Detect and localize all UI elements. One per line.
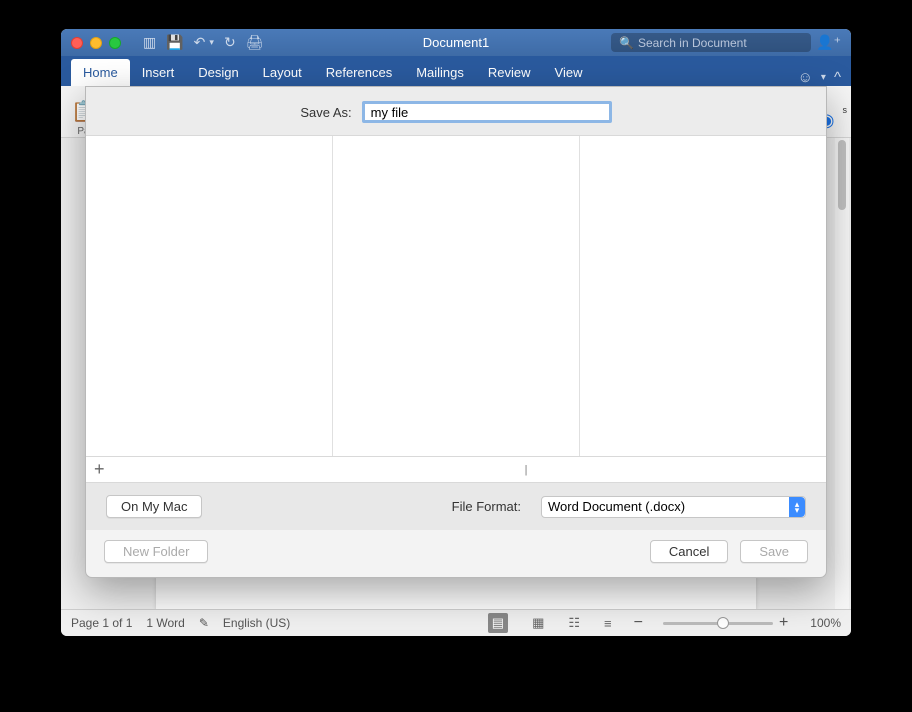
language-status[interactable]: English (US) — [223, 616, 290, 630]
filename-input[interactable] — [362, 101, 612, 123]
search-input[interactable] — [638, 36, 803, 50]
word-count[interactable]: 1 Word — [146, 616, 184, 630]
save-icon[interactable]: 💾 — [166, 34, 183, 51]
print-icon[interactable]: 🖨 — [246, 34, 264, 51]
spellcheck-icon[interactable]: ✎ — [199, 616, 209, 630]
search-icon: 🔍 — [619, 36, 634, 50]
new-folder-button[interactable]: New Folder — [104, 540, 208, 563]
page-count[interactable]: Page 1 of 1 — [71, 616, 132, 630]
minimize-window-button[interactable] — [90, 37, 102, 49]
save-dialog: Save As: + || On My Mac File Format: Wor… — [85, 86, 827, 578]
browser-column-1[interactable] — [86, 136, 333, 456]
outline-view-icon[interactable]: ☷ — [568, 615, 580, 631]
undo-icon[interactable]: ↶ — [194, 34, 206, 51]
emoji-icon[interactable]: ☺ — [798, 69, 813, 86]
quick-access-toolbar: ▥ 💾 ↶ ▾ ↻ 🖨 — [143, 34, 263, 51]
web-layout-view-icon[interactable]: ▦ — [532, 615, 544, 631]
file-format-select-wrap[interactable]: Word Document (.docx) ▴▾ — [541, 496, 806, 518]
vertical-scrollbar[interactable] — [835, 138, 849, 609]
file-format-select[interactable]: Word Document (.docx) — [541, 496, 806, 518]
browser-column-3[interactable] — [580, 136, 826, 456]
close-window-button[interactable] — [71, 37, 83, 49]
zoom-in-button[interactable]: + — [779, 614, 788, 632]
titlebar: ▥ 💾 ↶ ▾ ↻ 🖨 Document1 🔍 👤⁺ — [61, 29, 851, 56]
zoom-level[interactable]: 100% — [810, 616, 841, 630]
add-location-button[interactable]: + — [94, 459, 105, 480]
cancel-button[interactable]: Cancel — [650, 540, 728, 563]
on-my-mac-button[interactable]: On My Mac — [106, 495, 202, 518]
tab-mailings[interactable]: Mailings — [404, 59, 476, 86]
zoom-slider[interactable] — [663, 622, 773, 625]
file-format-label: File Format: — [452, 499, 521, 514]
scrollbar-thumb[interactable] — [838, 140, 846, 210]
column-resize-handle[interactable]: || — [524, 464, 526, 476]
save-button[interactable]: Save — [740, 540, 808, 563]
redo-icon[interactable]: ↻ — [224, 34, 236, 51]
draft-view-icon[interactable]: ≡ — [604, 616, 612, 631]
browser-column-2[interactable] — [333, 136, 580, 456]
select-arrows-icon: ▴▾ — [789, 497, 805, 517]
ribbon-tabs: Home Insert Design Layout References Mai… — [61, 56, 851, 86]
tab-design[interactable]: Design — [186, 59, 250, 86]
save-as-label: Save As: — [300, 105, 351, 120]
window-controls — [61, 37, 121, 49]
dropdown-icon[interactable]: ▾ — [821, 72, 826, 83]
search-box[interactable]: 🔍 — [611, 33, 811, 52]
styles-label: s — [843, 105, 848, 115]
collapse-ribbon-icon[interactable]: ^ — [834, 69, 841, 86]
tab-view[interactable]: View — [543, 59, 595, 86]
dialog-buttons: New Folder Cancel Save — [86, 530, 826, 577]
zoom-out-button[interactable]: − — [634, 614, 643, 632]
file-browser-columns — [86, 136, 826, 457]
print-layout-view-icon[interactable]: ▤ — [488, 613, 508, 633]
status-bar: Page 1 of 1 1 Word ✎ English (US) ▤ ▦ ☷ … — [61, 609, 851, 636]
document-title: Document1 — [423, 35, 489, 50]
format-row: On My Mac File Format: Word Document (.d… — [86, 483, 826, 530]
tab-home[interactable]: Home — [71, 59, 130, 86]
tab-references[interactable]: References — [314, 59, 404, 86]
tab-review[interactable]: Review — [476, 59, 543, 86]
zoom-window-button[interactable] — [109, 37, 121, 49]
share-icon[interactable]: 👤⁺ — [816, 34, 841, 51]
sidebar-toggle-icon[interactable]: ▥ — [143, 34, 156, 51]
add-row: + || — [86, 457, 826, 483]
zoom-slider-knob[interactable] — [717, 617, 729, 629]
tab-insert[interactable]: Insert — [130, 59, 187, 86]
dialog-header: Save As: — [86, 87, 826, 136]
tab-layout[interactable]: Layout — [251, 59, 314, 86]
undo-dropdown-icon[interactable]: ▾ — [209, 37, 214, 48]
app-window: ▥ 💾 ↶ ▾ ↻ 🖨 Document1 🔍 👤⁺ Home Insert D… — [61, 29, 851, 636]
